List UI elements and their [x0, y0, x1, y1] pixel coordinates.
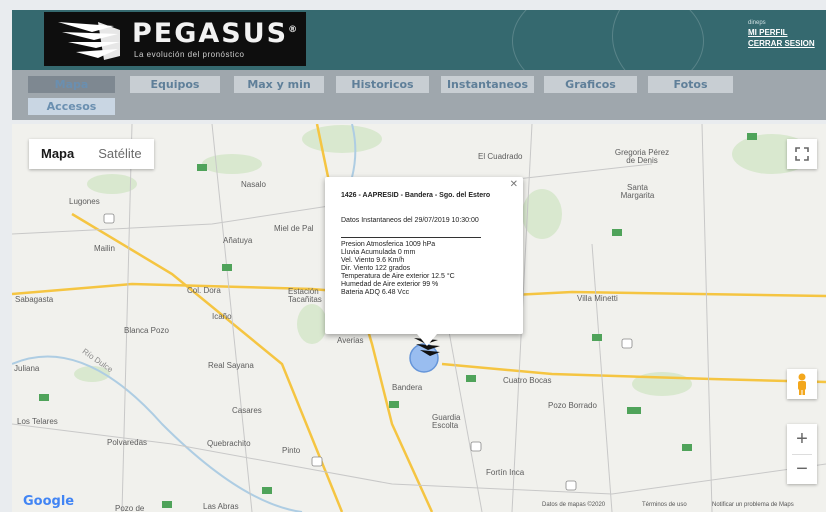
place-label: Los Telares: [17, 417, 58, 426]
brand-tagline: La evolución del pronóstico: [134, 50, 245, 59]
popup-title: 1426 - AAPRESID - Bandera - Sgo. del Est…: [341, 192, 491, 199]
fullscreen-icon: [795, 147, 809, 161]
pegasus-wing-icon: [58, 22, 120, 60]
map-type-map-button[interactable]: Mapa: [29, 139, 86, 169]
zoom-in-button[interactable]: +: [787, 424, 817, 454]
tab-fotos[interactable]: Fotos: [648, 76, 733, 93]
popup-readings: Presion Atmosferica 1009 hPa Lluvia Acum…: [341, 241, 516, 297]
tab-equipos[interactable]: Equipos: [130, 76, 220, 93]
place-label: Miel de Pal: [274, 224, 314, 233]
place-label: Mailin: [94, 244, 115, 253]
place-label: Col. Dora: [187, 286, 221, 295]
tab-historicos[interactable]: Historicos: [336, 76, 429, 93]
place-label: Sabagasta: [15, 295, 54, 304]
place-label: Icaño: [212, 312, 232, 321]
street-view-button[interactable]: [787, 369, 817, 399]
reading-pressure: Presion Atmosferica 1009 hPa: [341, 241, 436, 248]
close-icon[interactable]: ✕: [510, 179, 518, 190]
place-label: Polvaredas: [107, 438, 148, 447]
tab-accesos[interactable]: Accesos: [28, 98, 115, 115]
map-data-attribution[interactable]: Datos de mapas ©2020: [542, 502, 605, 508]
place-label: Juliana: [14, 364, 40, 373]
popup-divider: [341, 237, 481, 238]
place-label: Estación Tacañitas: [288, 287, 322, 304]
place-label: Real Sayana: [208, 361, 254, 370]
tab-mapa[interactable]: Mapa: [28, 76, 115, 93]
google-logo-text: Google: [23, 494, 75, 509]
user-menu: dineps MI PERFIL CERRAR SESION: [748, 20, 815, 48]
pegman-icon: [798, 373, 806, 395]
brand-name: PEGASUS®: [132, 18, 300, 49]
reading-rain: Lluvia Acumulada 0 mm: [341, 249, 416, 256]
station-info-popup: ✕ 1426 - AAPRESID - Bandera - Sgo. del E…: [325, 177, 523, 346]
app-header: PEGASUS® La evolución del pronóstico din…: [12, 10, 826, 70]
popup-tail: [417, 334, 437, 346]
place-label: Villa Minetti: [577, 294, 618, 303]
place-label: El Cuadrado: [478, 152, 523, 161]
main-nav: Mapa Equipos Max y min Historicos Instan…: [12, 70, 826, 120]
google-logo[interactable]: Google: [23, 494, 74, 509]
place-label: Guardia Escolta: [432, 413, 461, 430]
tab-max-y-min[interactable]: Max y min: [234, 76, 324, 93]
tab-instantaneos[interactable]: Instantaneos: [441, 76, 534, 93]
place-label: Santa Margarita: [620, 183, 655, 200]
place-label: Las Abras: [203, 502, 239, 511]
terms-link[interactable]: Términos de uso: [642, 502, 687, 508]
place-label: Gregoria Pérez de Denis: [614, 148, 670, 165]
report-problem-link[interactable]: Notificar un problema de Maps: [712, 502, 794, 508]
reading-temperature: Temperatura de Aire exterior 12.5 °C: [341, 273, 455, 280]
map-view[interactable]: Nasalo Lugones Mailin Añatuya Miel de Pa…: [12, 124, 826, 512]
map-type-control: Mapa Satélite: [29, 139, 154, 169]
tab-graficos[interactable]: Graficos: [544, 76, 637, 93]
zoom-out-button[interactable]: −: [787, 455, 817, 484]
place-label: Pinto: [282, 446, 301, 455]
place-label: Fortín Inca: [486, 468, 525, 477]
place-label: Bandera: [392, 383, 423, 392]
place-label: Nasalo: [241, 180, 266, 189]
place-label: Añatuya: [223, 236, 253, 245]
logout-link[interactable]: CERRAR SESION: [748, 39, 815, 48]
place-label: Pozo de: [115, 504, 145, 512]
place-label: Quebrachito: [207, 439, 251, 448]
map-type-satellite-button[interactable]: Satélite: [86, 139, 153, 169]
place-label: Blanca Pozo: [124, 326, 169, 335]
place-label: Cuatro Bocas: [503, 376, 552, 385]
reading-humidity: Humedad de Aire exterior 99 %: [341, 281, 439, 288]
my-profile-link[interactable]: MI PERFIL: [748, 28, 815, 37]
logo[interactable]: PEGASUS® La evolución del pronóstico: [44, 12, 306, 66]
place-label: Casares: [232, 406, 262, 415]
place-label: Averias: [337, 336, 364, 345]
reading-wind-direction: Dir. Viento 122 grados: [341, 265, 411, 272]
reading-wind-speed: Vel. Viento 9.6 Km/h: [341, 257, 405, 264]
fullscreen-button[interactable]: [787, 139, 817, 169]
popup-date: Datos Instantaneos del 29/07/2019 10:30:…: [341, 217, 479, 224]
place-label: Lugones: [69, 197, 100, 206]
zoom-control: + −: [787, 424, 817, 484]
place-label: Pozo Borrado: [548, 401, 597, 410]
username: dineps: [748, 20, 766, 26]
reading-battery: Bateria ADQ 6.48 Vcc: [341, 289, 410, 296]
